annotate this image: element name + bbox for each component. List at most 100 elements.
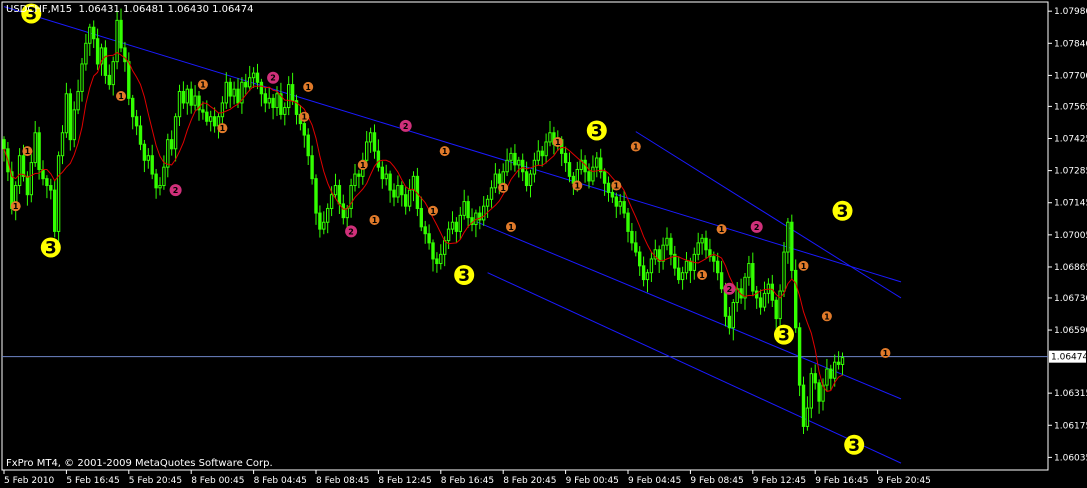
wave-label-small: 1 (13, 202, 19, 211)
candle-body (747, 263, 751, 278)
candle-body (517, 159, 521, 166)
candle-body (302, 123, 307, 136)
candle-body (817, 382, 821, 402)
candle-body (829, 368, 833, 379)
candle-body (263, 93, 268, 104)
y-tick-label: 1.07840 (1054, 39, 1087, 49)
price-chart[interactable]: 1.07980 1.07840 1.07700 1.07565 1.07425 1.072… (0, 0, 1087, 488)
candle-body (322, 221, 326, 230)
candle-body (528, 173, 533, 187)
wave-label-small: 1 (220, 124, 226, 133)
candle-body (384, 173, 388, 180)
wave-label-small: 1 (824, 312, 830, 321)
candle-body (103, 47, 108, 76)
candle-body (497, 173, 502, 184)
candle-body (166, 139, 170, 168)
candle-body (630, 230, 634, 244)
wave-label-small: 2 (403, 122, 409, 131)
candle-body (731, 302, 735, 329)
wave-label-big: 3 (458, 266, 470, 286)
candle-body (450, 221, 455, 230)
candle-body (634, 242, 638, 253)
candle-body (762, 292, 767, 308)
candle-body (193, 95, 197, 106)
candle-body (92, 26, 96, 40)
candle-body (310, 155, 314, 180)
x-tick-label: 8 Feb 12:45 (378, 476, 431, 486)
current-price-label: 1.06474 (1051, 353, 1087, 363)
wave-label-small: 1 (633, 143, 639, 152)
y-tick-label: 1.06730 (1054, 294, 1087, 304)
symbol-timeframe: USDCHF,M15 (6, 4, 73, 15)
candle-body (127, 61, 131, 99)
wave-label-small: 1 (699, 271, 705, 280)
candle-body (271, 97, 275, 109)
candle-body (610, 191, 615, 198)
candle-body (45, 178, 49, 187)
candle-body (797, 327, 802, 386)
candle-body (482, 205, 486, 221)
candle-body (755, 290, 759, 299)
y-tick-label: 1.07700 (1054, 71, 1087, 81)
candle-body (21, 155, 26, 177)
wave-label-small: 1 (25, 147, 31, 156)
candle-body (836, 361, 841, 365)
candle-body (17, 155, 22, 187)
candle-body (770, 283, 774, 301)
wave-label-small: 1 (801, 262, 807, 271)
candle-body (758, 297, 763, 308)
x-tick-label: 5 Feb 20:45 (129, 476, 182, 486)
candle-body (111, 61, 115, 86)
candle-body (326, 207, 330, 223)
candle-body (563, 152, 568, 164)
candle-body (142, 143, 147, 161)
candle-body (392, 189, 396, 198)
candle-body (201, 109, 205, 113)
candle-body (645, 272, 650, 281)
candle-body (357, 173, 361, 177)
wave-label-small: 2 (270, 74, 276, 83)
channel-line-upper (3, 6, 902, 283)
copyright-text: FxPro MT4, © 2001-2009 MetaQuotes Softwa… (6, 458, 273, 469)
candle-body (638, 251, 642, 267)
wave-label-small: 2 (348, 227, 354, 236)
x-tick-label: 5 Feb 16:45 (66, 476, 119, 486)
candle-body (337, 185, 342, 205)
x-tick-label: 9 Feb 00:45 (566, 476, 619, 486)
candle-body (404, 194, 408, 207)
wave-label-small: 1 (200, 81, 206, 90)
candle-body (591, 166, 595, 182)
y-tick-label: 1.06035 (1054, 453, 1087, 463)
candle-body (119, 19, 123, 49)
candle-body (329, 194, 334, 209)
candle-body (72, 109, 76, 141)
candle-body (622, 201, 626, 214)
candle-body (115, 19, 119, 63)
candle-body (840, 357, 845, 365)
candle-body (680, 272, 685, 281)
candle-body (794, 269, 798, 329)
candle-body (173, 116, 178, 150)
candle-body (677, 267, 681, 281)
candle-body (154, 173, 158, 189)
candle-body (388, 173, 392, 191)
wave-label-small: 1 (614, 182, 620, 191)
candle-body (649, 258, 654, 274)
candle-body (181, 90, 186, 104)
candle-body (64, 93, 69, 134)
candle-body (540, 150, 544, 157)
candle-body (29, 162, 34, 196)
wave-label-small: 1 (360, 161, 366, 170)
y-tick-label: 1.07285 (1054, 167, 1087, 177)
channel-line-middle (471, 219, 902, 400)
candle-body (411, 175, 416, 191)
candle-body (688, 260, 693, 271)
wave-label-small: 1 (719, 225, 725, 234)
wave-label-small: 1 (305, 83, 311, 92)
candle-body (232, 88, 236, 97)
candle-body (123, 47, 127, 63)
candle-body (353, 173, 357, 187)
candle-body (341, 203, 346, 219)
candle-body (435, 258, 439, 265)
candle-body (228, 81, 232, 97)
